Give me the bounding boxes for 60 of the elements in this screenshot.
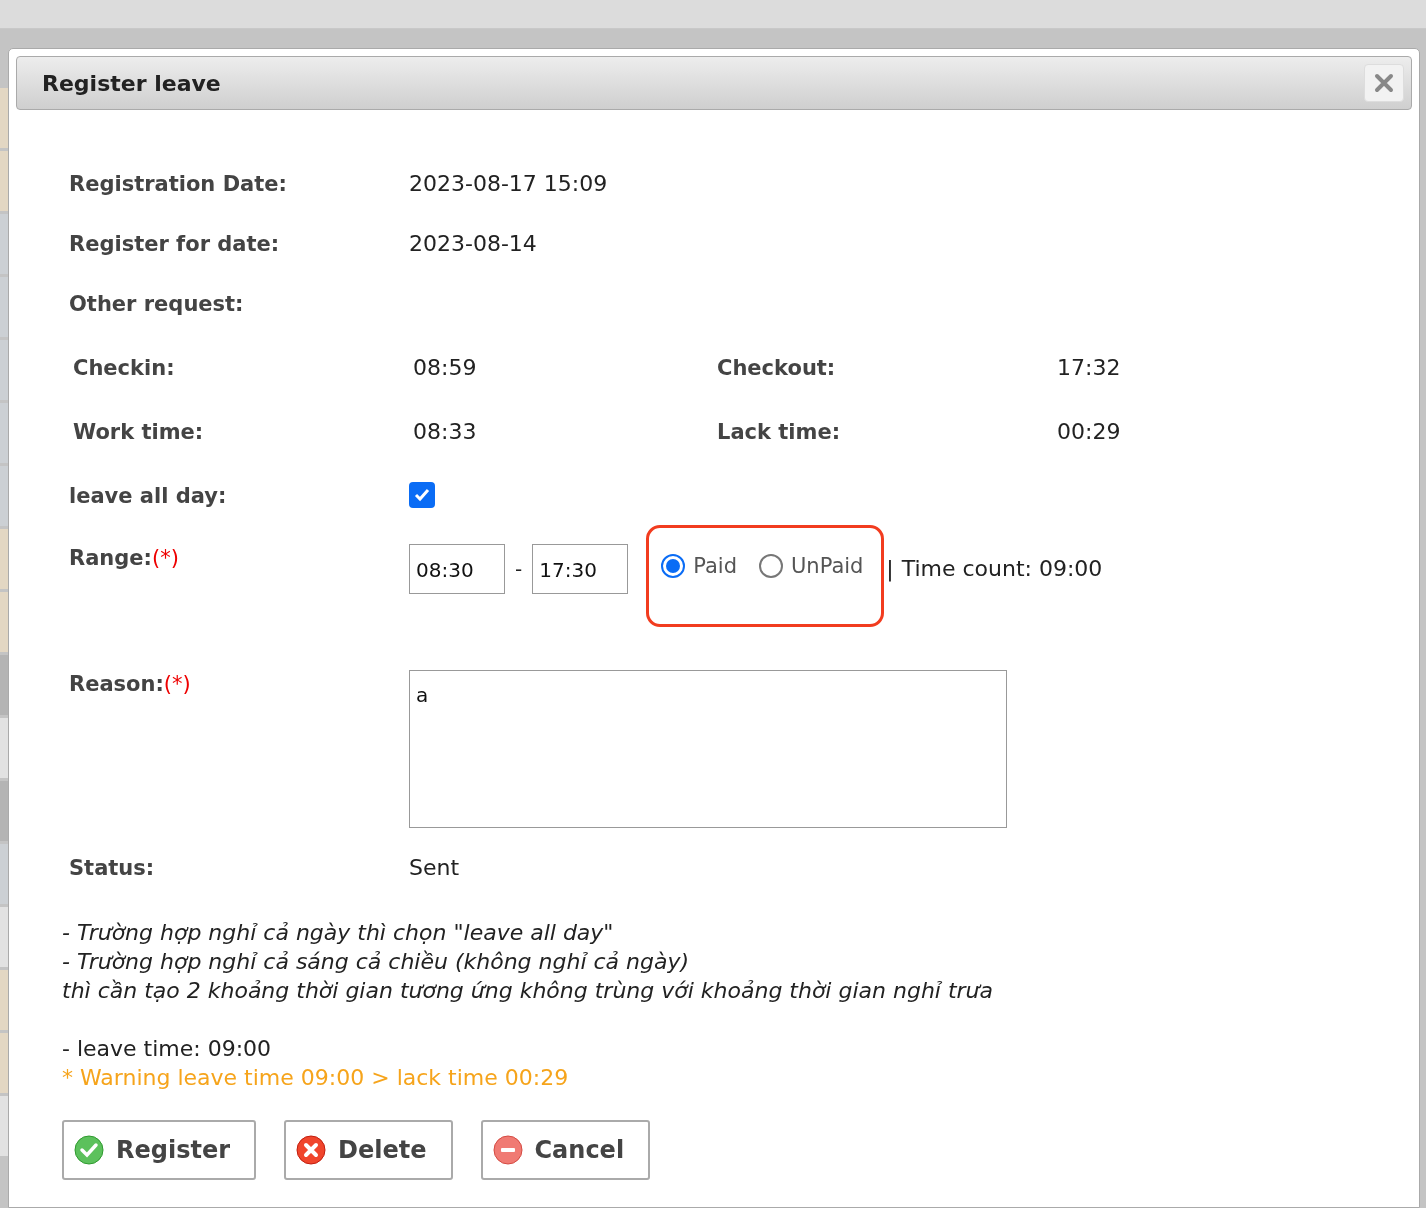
note-line: - Trường hợp nghỉ cả sáng cả chiều (không nghỉ cả ngày) — [62, 948, 691, 976]
radio-label: Paid — [693, 554, 737, 578]
background-table-row — [0, 907, 8, 967]
background-table-row — [0, 214, 8, 274]
background-table-row — [0, 403, 8, 463]
field-label: Other request: — [69, 291, 245, 318]
register-button[interactable]: Register — [62, 1120, 257, 1180]
x-circle-icon — [296, 1135, 327, 1165]
background-table-row — [0, 844, 8, 904]
warning-text: * Warning leave time 09:00 > lack time 00:29 — [62, 1064, 570, 1092]
pay-option[interactable]: UnPaid — [759, 554, 864, 578]
to-time-field[interactable]: 17:30 — [532, 544, 629, 594]
status-value: Sent — [409, 854, 460, 882]
background-table-row — [0, 970, 8, 1030]
time-count: Time count: 09:00 — [901, 555, 1103, 583]
close-button[interactable] — [1364, 64, 1404, 102]
time-label: Lack time: — [717, 419, 842, 446]
background-table-row — [0, 592, 8, 652]
field-label: Registration Date: — [69, 171, 288, 198]
background-table-row — [0, 88, 8, 148]
time-value: 08:59 — [413, 354, 478, 382]
field-label: Status: — [69, 855, 156, 882]
field-value: 2023-08-14 — [409, 230, 537, 258]
radio-button[interactable] — [661, 554, 686, 578]
radio-button[interactable] — [759, 554, 783, 578]
radio-label: UnPaid — [791, 554, 864, 578]
minus-circle-icon — [492, 1135, 523, 1165]
background-table-row — [0, 718, 8, 778]
note-line: thì cần tạo 2 khoảng thời gian tương ứng không trùng với khoảng thời gian nghỉ trưa — [62, 977, 995, 1005]
reason-field[interactable]: a — [409, 670, 1007, 828]
field-label: leave all day: — [69, 483, 228, 510]
background-table-row — [0, 277, 8, 337]
time-label: Work time: — [73, 419, 205, 446]
time-value: 08:33 — [413, 418, 478, 446]
time-label: Checkout: — [717, 355, 837, 382]
background-table-row — [0, 466, 8, 526]
background-table-row — [0, 529, 8, 589]
check-circle-icon — [74, 1135, 104, 1165]
divider-text: | — [886, 555, 894, 584]
field-label: Register for date: — [69, 231, 281, 258]
delete-button[interactable]: Delete — [284, 1120, 453, 1180]
background-table-row — [0, 151, 8, 211]
time-value: 17:32 — [1057, 354, 1122, 382]
field-label: Reason:(*) — [69, 671, 192, 698]
pay-option[interactable]: Paid — [661, 554, 737, 578]
close-icon — [1374, 73, 1394, 93]
leave-time-text: - leave time: 09:00 — [62, 1035, 273, 1063]
time-value: 00:29 — [1057, 418, 1122, 446]
background-table-row — [0, 1033, 8, 1093]
note-line: - Trường hợp nghỉ cả ngày thì chọn "leave all day" — [62, 919, 615, 947]
time-label: Checkin: — [73, 355, 176, 382]
background-table-row — [0, 340, 8, 400]
field-label: Range:(*) — [69, 545, 180, 572]
cancel-button[interactable]: Cancel — [480, 1120, 651, 1180]
field-value: 2023-08-17 15:09 — [409, 170, 608, 198]
from-time-field[interactable]: 08:30 — [409, 544, 505, 594]
dialog-title: Register leave — [42, 70, 221, 96]
leave-all-day-checkbox[interactable] — [409, 482, 435, 508]
range-separator: - — [515, 556, 523, 583]
background-table-row — [0, 1096, 8, 1156]
